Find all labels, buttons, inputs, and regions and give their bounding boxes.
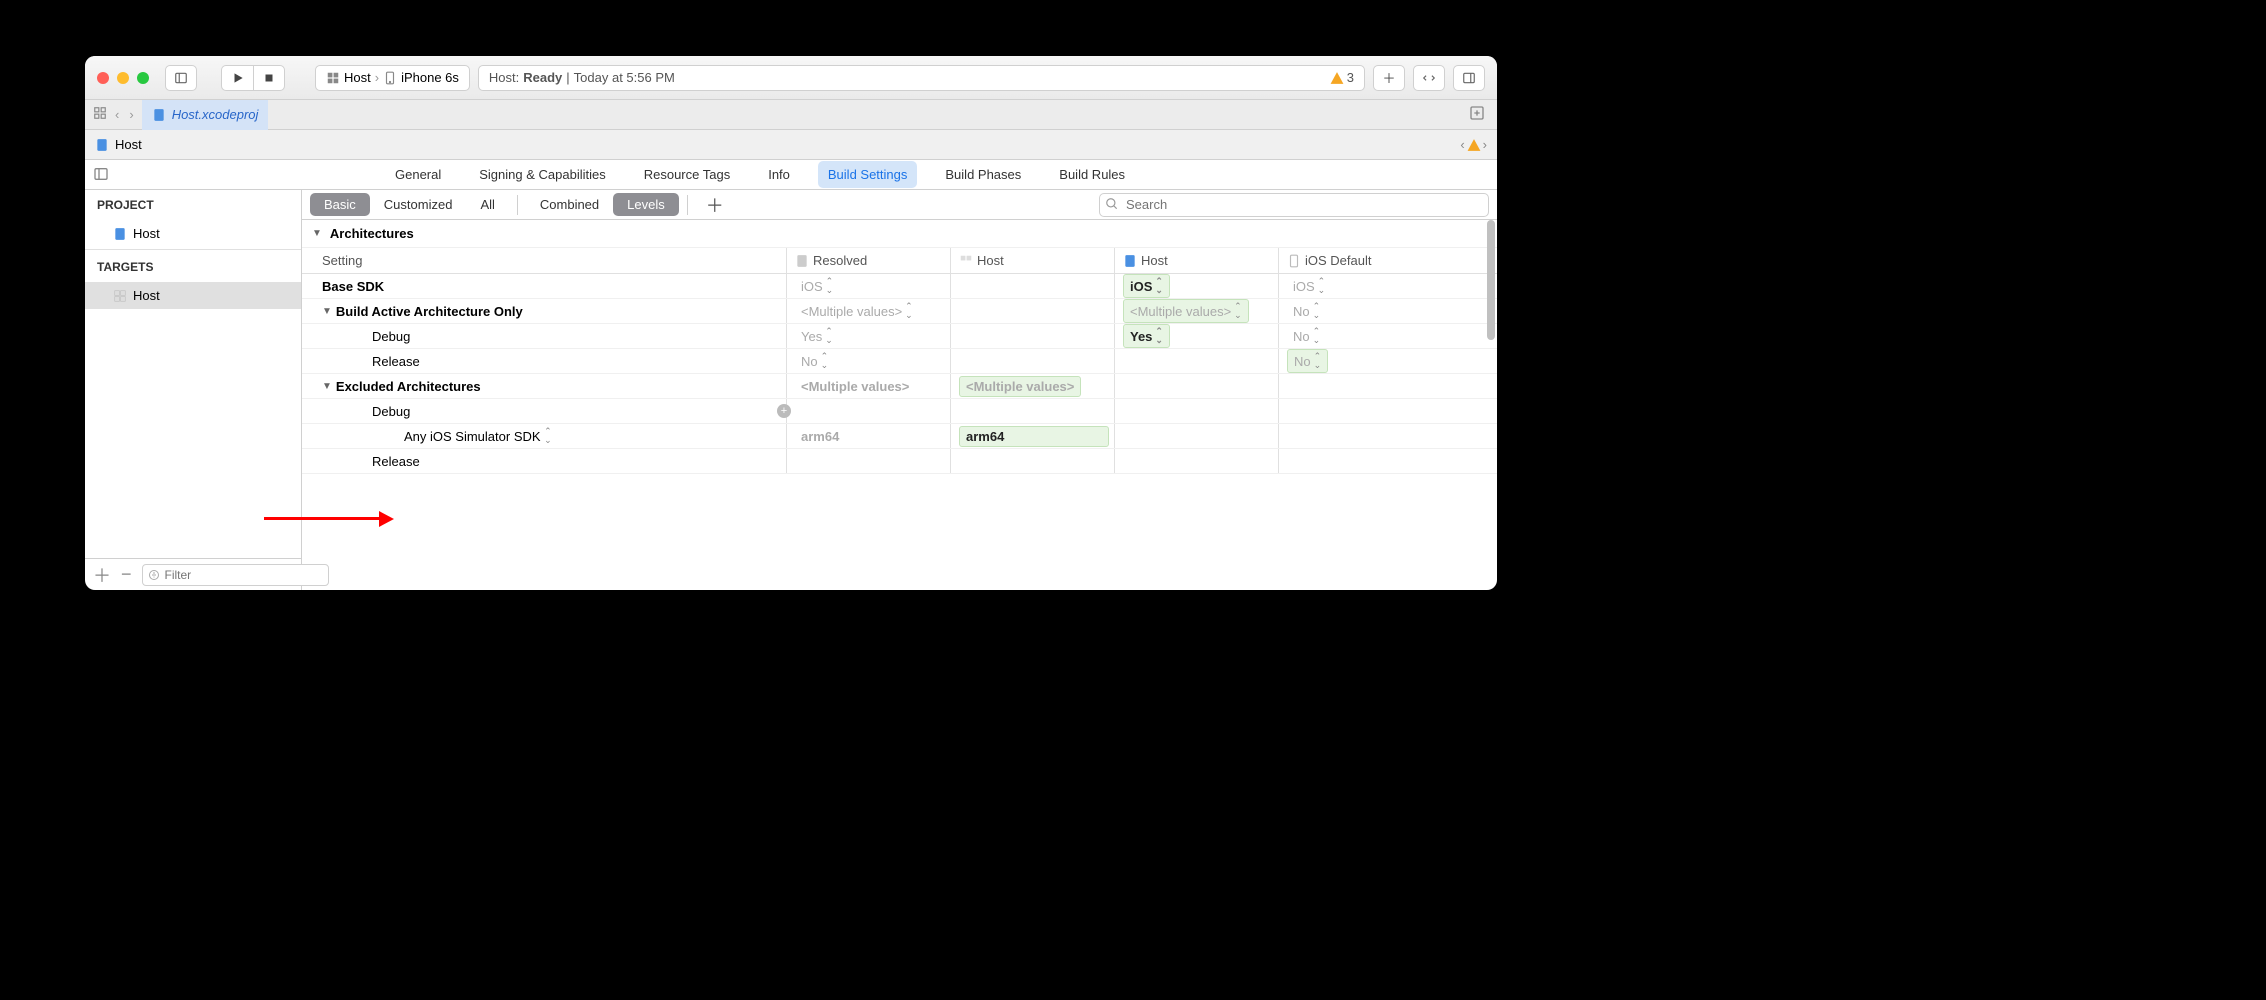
status-state: Ready (523, 70, 562, 85)
sidebar-target-item[interactable]: Host (85, 282, 301, 309)
close-button[interactable] (97, 72, 109, 84)
row-any-ios-simulator[interactable]: Any iOS Simulator SDK ⌃⌄ arm64 arm64 (302, 424, 1497, 449)
document-tab[interactable]: Host.xcodeproj (142, 100, 269, 130)
row-excluded-debug[interactable]: Debug + (302, 399, 1497, 424)
library-button[interactable] (1413, 65, 1445, 91)
panel-toggle-button[interactable] (165, 65, 197, 91)
project-sidebar: PROJECT Host TARGETS Host ＋ − (85, 190, 302, 590)
build-settings-content: Basic Customized All Combined Levels ＋ (302, 190, 1497, 590)
tab-name: Host.xcodeproj (172, 107, 259, 122)
search-icon (1105, 197, 1119, 214)
row-excluded-release[interactable]: Release (302, 449, 1497, 474)
warning-icon (1467, 138, 1481, 152)
remove-target-button[interactable]: − (121, 564, 132, 585)
chevron-left-icon[interactable]: ‹ (1460, 137, 1464, 152)
project-name: Host (133, 226, 160, 241)
filter-basic[interactable]: Basic (310, 193, 370, 216)
scheme-device: iPhone 6s (401, 70, 459, 85)
filter-customized[interactable]: Customized (370, 193, 467, 216)
filter-levels[interactable]: Levels (613, 193, 679, 216)
row-build-active-arch[interactable]: ▼Build Active Architecture Only <Multipl… (302, 299, 1497, 324)
row-base-sdk[interactable]: Base SDK iOS⌃⌄ iOS⌃⌄ iOS⌃⌄ (302, 274, 1497, 299)
add-setting-button[interactable]: ＋ (696, 192, 734, 218)
settings-search-input[interactable] (1099, 193, 1489, 217)
tab-resource-tags[interactable]: Resource Tags (634, 161, 740, 188)
add-tab-button[interactable] (1465, 105, 1489, 124)
filter-icon (148, 568, 160, 586)
targets-section-label: TARGETS (85, 252, 301, 282)
target-name: Host (133, 288, 160, 303)
tab-general[interactable]: General (385, 161, 451, 188)
nav-back-button[interactable]: ‹ (113, 107, 121, 122)
status-sep: | (566, 70, 569, 85)
warnings-indicator[interactable]: 3 (1330, 70, 1354, 85)
add-button[interactable]: ＋ (1373, 65, 1405, 91)
row-excluded-arch[interactable]: ▼Excluded Architectures <Multiple values… (302, 374, 1497, 399)
section-architectures[interactable]: ▼ Architectures (302, 220, 1497, 248)
minimize-button[interactable] (117, 72, 129, 84)
row-release[interactable]: Release No⌃⌄ No⌃⌄ (302, 349, 1497, 374)
disclosure-triangle-icon: ▼ (322, 306, 332, 317)
col-ios-default: iOS Default (1278, 248, 1442, 273)
main-area: PROJECT Host TARGETS Host ＋ − (85, 190, 1497, 590)
tab-info[interactable]: Info (758, 161, 800, 188)
tab-signing[interactable]: Signing & Capabilities (469, 161, 615, 188)
add-condition-icon[interactable]: + (777, 404, 791, 418)
filter-all[interactable]: All (466, 193, 508, 216)
scheme-selector[interactable]: Host › iPhone 6s (315, 65, 470, 91)
window-controls (97, 72, 149, 84)
activity-viewer[interactable]: Host: Ready | Today at 5:56 PM 3 (478, 65, 1365, 91)
breadcrumb-item[interactable]: Host (115, 137, 142, 152)
tab-build-settings[interactable]: Build Settings (818, 161, 918, 188)
col-host-project: Host (1114, 248, 1278, 273)
col-resolved: Resolved (786, 248, 950, 273)
zoom-button[interactable] (137, 72, 149, 84)
tab-build-phases[interactable]: Build Phases (935, 161, 1031, 188)
inspector-toggle-button[interactable] (1453, 65, 1485, 91)
filter-combined[interactable]: Combined (526, 193, 613, 216)
settings-grid: ▼ Architectures Setting Resolved Host (302, 220, 1497, 590)
status-time: Today at 5:56 PM (574, 70, 675, 85)
scheme-target: Host (344, 70, 371, 85)
col-setting: Setting (302, 253, 786, 268)
sidebar-footer: ＋ − (85, 558, 301, 590)
chevron-right-icon: › (375, 70, 379, 85)
editor-tabs: General Signing & Capabilities Resource … (85, 160, 1497, 190)
document-tabbar: ‹ › Host.xcodeproj (85, 100, 1497, 130)
disclosure-triangle-icon: ▼ (312, 228, 322, 239)
status-prefix: Host: (489, 70, 519, 85)
toolbar: Host › iPhone 6s Host: Ready | Today at … (85, 56, 1497, 100)
col-host-target: Host (950, 248, 1114, 273)
outline-toggle-icon[interactable] (93, 166, 109, 185)
sidebar-filter-input[interactable] (142, 564, 329, 586)
scrollbar[interactable] (1487, 220, 1495, 340)
xcode-window: Host › iPhone 6s Host: Ready | Today at … (85, 56, 1497, 590)
warning-count: 3 (1347, 70, 1354, 85)
project-section-label: PROJECT (85, 190, 301, 220)
stop-button[interactable] (253, 65, 285, 91)
nav-forward-button[interactable]: › (127, 107, 135, 122)
column-headers: Setting Resolved Host Host (302, 248, 1497, 274)
run-button[interactable] (221, 65, 253, 91)
related-items-icon[interactable] (93, 106, 107, 123)
chevron-right-icon[interactable]: › (1483, 137, 1487, 152)
add-target-button[interactable]: ＋ (93, 562, 111, 588)
row-debug[interactable]: Debug Yes⌃⌄ Yes⌃⌄ No⌃⌄ (302, 324, 1497, 349)
tab-build-rules[interactable]: Build Rules (1049, 161, 1135, 188)
disclosure-triangle-icon: ▼ (322, 381, 332, 392)
breadcrumb: Host ‹ › (85, 130, 1497, 160)
filter-bar: Basic Customized All Combined Levels ＋ (302, 190, 1497, 220)
sidebar-project-item[interactable]: Host (85, 220, 301, 247)
